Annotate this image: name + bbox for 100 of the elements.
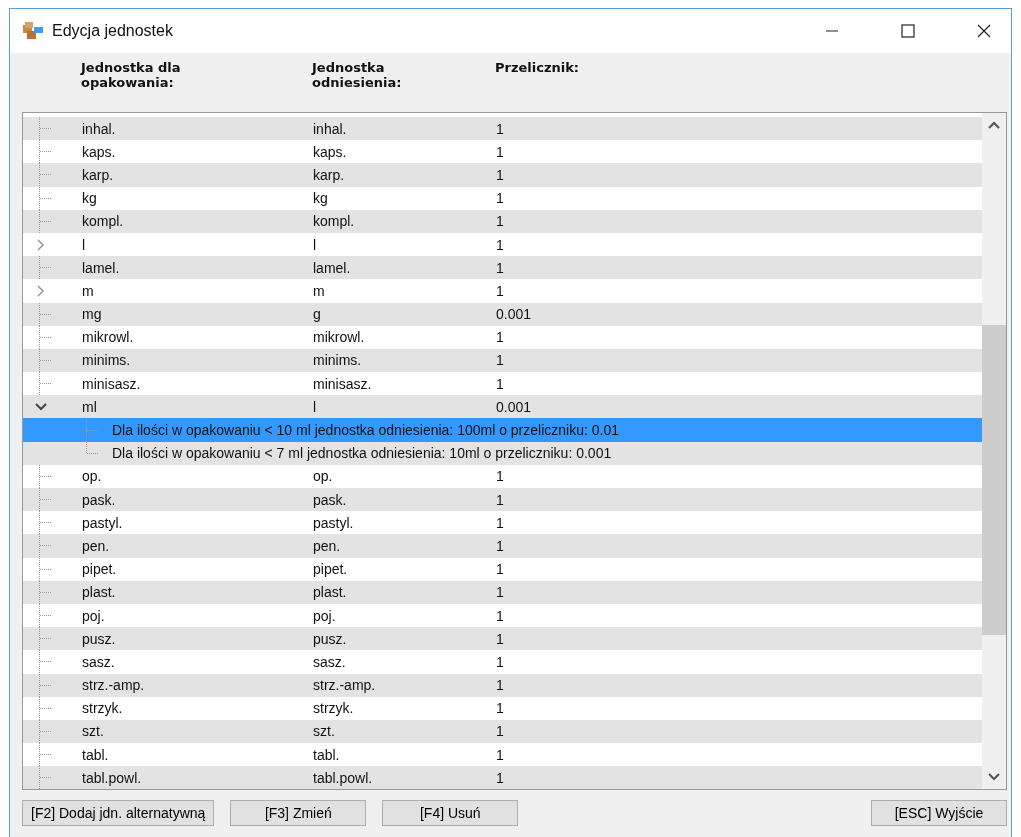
table-cell-text: kompl. [313,213,356,230]
tree-row[interactable]: ml l 0.001 [23,395,982,419]
scroll-down-icon[interactable] [988,773,1000,781]
tree-row[interactable]: inhal. inhal. 1 [23,117,982,141]
table-cell-text: strzyk. [313,700,355,717]
chevron-right-icon[interactable] [35,284,47,297]
table-cell-text: ml [82,398,98,415]
table-cell: 1 [496,537,504,554]
table-cell-text: kg [313,190,329,207]
table-cell: 1 [496,584,504,601]
column-header: Przelicznik: [495,60,580,77]
table-cell-text: pipet. [82,561,118,578]
button[interactable]: [F2] Dodaj jdn. alternatywną [22,800,215,826]
table-cell-text: sasz. [82,653,116,670]
scrollbar[interactable] [982,113,1006,789]
maximize-icon[interactable] [901,24,915,38]
window-title: Edycja jednostek [52,22,174,40]
table-cell-text: pen. [82,537,111,554]
table-cell-text: l [313,236,318,253]
table-cell-text: lamel. [82,259,121,276]
table-cell-text: kaps. [82,143,117,160]
table-cell: 1 [496,352,504,369]
table-cell-text: kg [82,190,98,207]
table-cell-text: mikrowl. [82,329,135,346]
tree-row[interactable]: tabl.powl. tabl.powl. 1 [23,766,982,789]
table-cell-text: inhal. [82,120,117,137]
table-cell-text: pen. [313,537,342,554]
row-text: Dla ilości w opakowaniu < 7 ml jednostka odniesienia: 10ml o przeliczniku: 0.001 [112,445,612,462]
table-cell: 1 [496,236,504,253]
tree-row[interactable]: karp. karp. 1 [23,163,982,187]
button[interactable]: [ESC] Wyjście [871,800,1007,826]
column-header: Jednostka dla opakowania: [81,60,182,92]
table-cell-text: plast. [82,584,117,601]
tree-row[interactable]: szt. szt. 1 [23,719,982,744]
tree-row[interactable]: lamel. lamel. 1 [23,256,982,280]
table-cell-text: op. [82,468,103,485]
table-cell: 1 [496,259,504,276]
tree-row[interactable]: minims. minims. 1 [23,348,982,373]
button[interactable]: [F4] Usuń [382,800,519,826]
tree-row[interactable]: pusz. pusz. 1 [23,627,982,651]
table-cell-text: pask. [313,491,348,508]
table-cell-text: pipet. [313,561,349,578]
table-cell-text: poj. [82,607,106,624]
table-cell: 1 [496,630,504,647]
tree-row[interactable]: pask. pask. 1 [23,488,982,512]
table-cell-text: kaps. [313,143,348,160]
table-cell: 1 [496,120,504,137]
table-cell: 0.001 [496,306,532,323]
table-cell: 0.001 [496,398,532,415]
table-cell-text: op. [313,468,334,485]
table-cell: 1 [496,329,504,346]
table-cell-text: szt. [313,723,336,740]
table-cell-text: strz.-amp. [313,677,377,694]
table-cell: 1 [496,607,504,624]
tree-row[interactable]: pen. pen. 1 [23,534,982,558]
button[interactable]: [F3] Zmień [230,800,367,826]
tree-row[interactable]: Dla ilości w opakowaniu < 10 ml jednostka odniesienia: 100ml o przeliczniku: 0.01 [23,418,982,442]
tree-row[interactable]: plast. plast. 1 [23,580,982,604]
table-cell-text: poj. [313,607,337,624]
tree-row[interactable]: strz.-amp. strz.-amp. 1 [23,673,982,697]
row-text: Dla ilości w opakowaniu < 10 ml jednostka odniesienia: 100ml o przeliczniku: 0.01 [112,422,619,439]
table-cell-text: pusz. [313,630,348,647]
table-cell-text: sasz. [313,653,347,670]
table-cell-text: lamel. [313,259,352,276]
table-cell-text: pusz. [82,630,117,647]
table-cell-text: plast. [313,584,348,601]
table-cell-text: l [313,398,318,415]
table-cell-text: tabl. [313,746,341,763]
table-cell: 1 [496,491,504,508]
chevron-down-icon[interactable] [35,400,47,413]
tree-row[interactable]: Dla ilości w opakowaniu < 7 ml jednostka odniesienia: 10ml o przeliczniku: 0.001 [23,441,982,465]
tree-row[interactable]: mg g 0.001 [23,302,982,326]
table-cell-text: tabl.powl. [313,769,374,786]
table-cell-text: m [313,282,326,299]
table-cell-text: inhal. [313,120,348,137]
table-cell-text: minisasz. [313,375,373,392]
scrollbar-thumb[interactable] [982,325,1006,635]
table-cell-text: pastyl. [313,514,355,531]
table-cell-text: minims. [82,352,132,369]
table-cell: 1 [496,143,504,160]
close-icon[interactable] [977,24,991,38]
table-cell-text: szt. [82,723,105,740]
table-cell: 1 [496,282,504,299]
table-cell-text: g [313,306,322,323]
table-cell-text: m [82,282,95,299]
boxes-icon [22,22,44,40]
scroll-up-icon[interactable] [988,121,1000,129]
table-cell: 1 [496,468,504,485]
tree-row[interactable]: kompl. kompl. 1 [23,209,982,233]
table-cell-text: l [82,236,87,253]
chevron-right-icon[interactable] [35,238,47,251]
table-cell-text: pask. [82,491,117,508]
table-cell-text: tabl. [82,746,110,763]
table-cell-text: pastyl. [82,514,124,531]
table-cell: 1 [496,561,504,578]
table-cell: 1 [496,769,504,786]
table-cell-text: minims. [313,352,363,369]
table-cell: 1 [496,190,504,207]
table-cell-text: karp. [313,166,346,183]
table-cell: 1 [496,213,504,230]
